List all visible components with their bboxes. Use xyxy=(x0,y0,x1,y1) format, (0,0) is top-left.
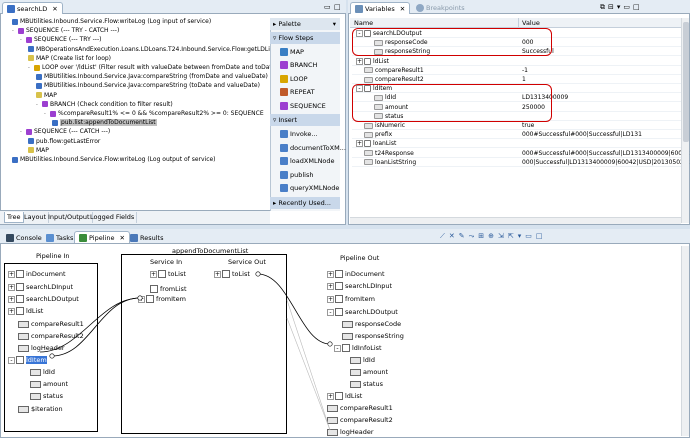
pipeline-vscrollbar[interactable] xyxy=(681,246,689,436)
link-ldlist-tolist[interactable] xyxy=(39,297,141,353)
link-tolist-ldinfolist[interactable] xyxy=(257,273,331,345)
link-dot-lditem[interactable] xyxy=(49,353,55,359)
link-lditem-fromitem[interactable] xyxy=(51,297,141,357)
link-grey-2 xyxy=(286,317,331,431)
pipeline-links xyxy=(39,271,333,431)
link-dot-fromitem[interactable] xyxy=(137,295,143,301)
link-dot-ldinfolist[interactable] xyxy=(327,341,333,347)
link-grey-1 xyxy=(286,299,331,431)
link-dot-tolist[interactable] xyxy=(255,271,261,277)
